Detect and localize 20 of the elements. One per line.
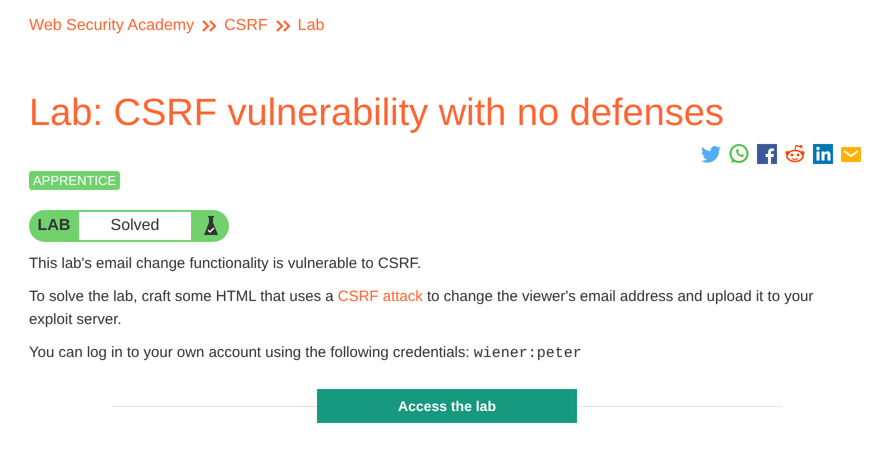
lab-label: LAB (36, 217, 72, 235)
breadcrumb-link[interactable]: CSRF (224, 17, 268, 35)
instruction-text: To solve the lab, craft some HTML that uses a CSRF attack to change the viewer's email address and upload it to your exploit server. (29, 287, 814, 330)
credentials-text: You can log in to your own account using the following credentials: wiener:peter (29, 343, 583, 364)
reddit-icon[interactable] (784, 143, 806, 165)
linkedin-icon[interactable] (812, 143, 834, 165)
lab-status: Solved (79, 212, 191, 240)
csrf-attack-link[interactable]: CSRF attack (338, 288, 423, 305)
flask-icon (203, 215, 219, 237)
description-text: This lab's email change functionality is vulnerable to CSRF. (29, 254, 422, 274)
facebook-icon[interactable] (756, 143, 778, 165)
twitter-icon[interactable] (700, 143, 722, 165)
breadcrumb-link[interactable]: Web Security Academy (29, 17, 194, 35)
breadcrumb-link[interactable]: Lab (298, 17, 324, 35)
level-badge: APPRENTICE (29, 171, 120, 190)
chevron-icon (202, 20, 216, 32)
whatsapp-icon[interactable] (728, 143, 750, 165)
chevron-icon (276, 20, 290, 32)
access-lab-button[interactable]: Access the lab (317, 389, 577, 423)
page-title: Lab: CSRF vulnerability with no defenses (29, 91, 725, 135)
